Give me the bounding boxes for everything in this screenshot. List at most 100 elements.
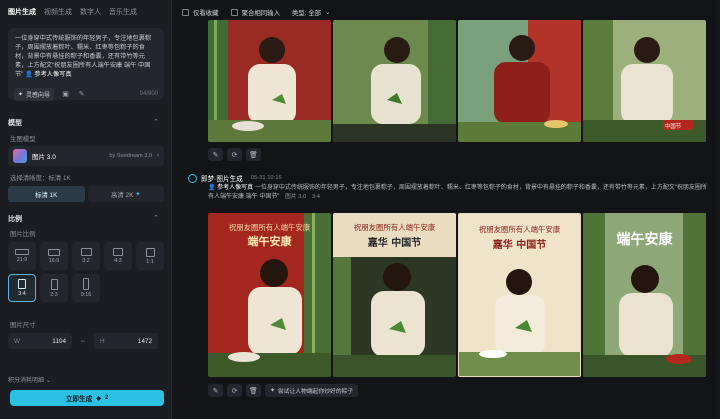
- ratio-shape-icon: [83, 278, 89, 290]
- height-value: 1472: [137, 337, 152, 345]
- generation-icon: [188, 173, 197, 183]
- checkbox-icon: [230, 8, 238, 16]
- ratio-shape-icon: [18, 279, 26, 289]
- result-image[interactable]: [458, 20, 581, 142]
- tab-music-gen[interactable]: 音乐生成: [109, 7, 137, 20]
- result-actions: ✎ ⟳ 🗑 ✦ 尝试让人物端起你炒好的粽子: [208, 384, 359, 397]
- image-caption-line2: 嘉华 中国节: [367, 238, 422, 249]
- width-field[interactable]: W 1104: [8, 333, 72, 349]
- result-image[interactable]: 端午安康: [583, 213, 706, 377]
- result-image[interactable]: [333, 20, 456, 142]
- ratio-label: 3:4: [18, 291, 26, 297]
- result-image[interactable]: [208, 20, 331, 142]
- ratio-4-3[interactable]: 4:3: [104, 242, 132, 270]
- generate-cost: 2: [104, 395, 109, 401]
- ratio-label: 2:3: [50, 291, 58, 298]
- entry-ratio: 3:4: [311, 194, 321, 200]
- tab-image-gen[interactable]: 图片生成: [8, 7, 36, 20]
- quality-1k-button[interactable]: 标清 1K: [8, 186, 85, 202]
- app-root: 图片生成 视频生成 数字人 音乐生成 一位身穿中式传统服饰的年轻男子，专注地包裹…: [0, 0, 720, 419]
- chevron-up-icon[interactable]: ⌃: [153, 214, 159, 222]
- delete-icon[interactable]: 🗑: [246, 384, 261, 397]
- ratio-label: 21:9: [16, 257, 28, 263]
- credit-icon: ◆: [96, 395, 101, 402]
- entry-prompt-text: 一位身穿中式传统服饰的年轻男子，专注地包裹粽子，周围摆放着粽叶、糯米、红枣等包粽…: [208, 185, 707, 200]
- tab-digital-human[interactable]: 数字人: [80, 7, 101, 20]
- scrollbar[interactable]: [716, 0, 720, 419]
- image-caption-line1: 端午安康: [616, 232, 673, 248]
- edit-icon[interactable]: ✎: [77, 90, 86, 99]
- result-image[interactable]: 祝朋友圈所有人端午安康 嘉华 中国节: [333, 213, 456, 377]
- model-section-title: 模型: [8, 120, 22, 127]
- ratio-shape-icon: [50, 278, 58, 290]
- premium-dot-icon: ✦: [135, 191, 141, 198]
- delete-icon[interactable]: 🗑: [246, 148, 261, 161]
- ratio-label: 16:9: [48, 257, 60, 264]
- credits-detail-link[interactable]: 积分消耗明细 ⌄: [8, 375, 51, 384]
- left-panel: 图片生成 视频生成 数字人 音乐生成 一位身穿中式传统服饰的年轻男子，专注地包裹…: [0, 0, 172, 419]
- char-counter: 94/800: [139, 91, 158, 97]
- chevron-up-icon[interactable]: ⌃: [153, 118, 159, 126]
- prompt-toolbar: ✦ 灵感向导 ▣ ✎ 94/800: [8, 86, 164, 102]
- size-inputs: W 1104 ⇔ H 1472: [8, 333, 164, 349]
- ratio-grid: 21:9 16:9 3:2 4:3 1:1 3:4 2:3 9:16: [8, 242, 164, 302]
- suggestion-label: 尝试让人物端起你炒好的粽子: [277, 389, 354, 395]
- image-caption-line2: 端午安康: [247, 235, 292, 248]
- ratio-1-1[interactable]: 1:1: [136, 242, 164, 270]
- edit-icon[interactable]: ✎: [208, 384, 223, 397]
- width-value: 1104: [52, 337, 66, 345]
- tab-video-gen[interactable]: 视频生成: [44, 7, 72, 20]
- entry-prompt[interactable]: 👤 参考人像写真 一位身穿中式传统服饰的年轻男子，专注地包裹粽子，周围摆放着粽叶…: [208, 184, 712, 202]
- ratio-shape-icon: [145, 247, 155, 257]
- height-field[interactable]: H 1472: [94, 333, 158, 349]
- inspiration-chip[interactable]: ✦ 灵感向导: [14, 87, 55, 101]
- size-label: 图片尺寸: [10, 322, 36, 329]
- ref-portrait-tag[interactable]: 👤 参考人像写真: [25, 71, 72, 78]
- ratio-label: 3:2: [82, 258, 90, 264]
- type-filter-label: 类型: 全部: [291, 9, 322, 17]
- result-image[interactable]: 祝朋友圈所有人端午安康 端午安康: [208, 213, 331, 377]
- entry-time: 05-31 10:16: [250, 175, 282, 181]
- ratio-shape-icon: [48, 248, 60, 256]
- ratio-section-title: 比例: [8, 216, 22, 223]
- ratio-21-9[interactable]: 21:9: [8, 242, 36, 270]
- result-image[interactable]: 祝朋友圈所有人端午安康 嘉华 中国节: [458, 213, 581, 377]
- ratio-3-4[interactable]: 3:4: [8, 274, 36, 302]
- group-same-input-checkbox[interactable]: 聚合相同输入: [230, 8, 280, 17]
- regenerate-icon[interactable]: ⟳: [227, 384, 242, 397]
- main-area: 仅看收藏 聚合相同输入 类型: 全部 ⌄ 中国节 ✎ ⟳ 🗑 即梦·图片生成 0…: [172, 0, 720, 419]
- quality-2k-button[interactable]: 高清 2K ✦: [87, 186, 164, 202]
- inspiration-label: 灵感向导: [26, 92, 51, 99]
- chevron-down-icon: ⌄: [325, 9, 331, 16]
- favorites-only-checkbox[interactable]: 仅看收藏: [182, 8, 219, 17]
- quality-2k-label: 高清 2K: [110, 191, 134, 199]
- checkbox-icon: [182, 8, 189, 16]
- model-by: by Seedream 3.0: [109, 153, 152, 159]
- regenerate-icon[interactable]: ⟳: [227, 148, 242, 161]
- ratio-9-16[interactable]: 9:16: [72, 274, 100, 302]
- group-same-input-label: 聚合相同输入: [241, 9, 280, 17]
- model-thumbnail: [13, 149, 27, 163]
- generate-button[interactable]: 立即生成 ◆ 2: [10, 390, 164, 406]
- image-caption-line1: 祝朋友圈所有人端午安康: [228, 223, 311, 232]
- link-icon[interactable]: ⇔: [77, 338, 89, 345]
- image-upload-icon[interactable]: ▣: [61, 90, 70, 99]
- ratio-shape-icon: [15, 249, 29, 255]
- model-selector[interactable]: 图片 3.0 by Seedream 3.0 ›: [8, 146, 164, 166]
- type-filter-dropdown[interactable]: 类型: 全部 ⌄: [292, 8, 330, 17]
- ratio-16-9[interactable]: 16:9: [40, 242, 68, 270]
- entry-header: 即梦·图片生成 05-31 10:16: [188, 173, 282, 183]
- entry-ref-tag: 👤 参考人像写真: [208, 185, 254, 191]
- result-gallery: 祝朋友圈所有人端午安康 端午安康 祝朋友圈所有人端午安康 嘉华 中国节 祝朋友圈…: [208, 213, 706, 377]
- ratio-2-3[interactable]: 2:3: [40, 274, 68, 302]
- model-sub-label: 生图模型: [10, 136, 36, 143]
- suggestion-button[interactable]: ✦ 尝试让人物端起你炒好的粽子: [265, 384, 359, 397]
- ratio-3-2[interactable]: 3:2: [72, 242, 100, 270]
- sparkle-icon: ✦: [270, 387, 275, 394]
- quality-toggle: 标清 1K 高清 2K ✦: [8, 186, 164, 202]
- result-image[interactable]: 中国节: [583, 20, 706, 142]
- image-caption-line1: 祝朋友圈所有人端午安康: [478, 225, 561, 234]
- chevron-right-icon: ›: [157, 153, 159, 159]
- ref-portrait-label: 参考人像写真: [34, 71, 72, 78]
- edit-icon[interactable]: ✎: [208, 148, 223, 161]
